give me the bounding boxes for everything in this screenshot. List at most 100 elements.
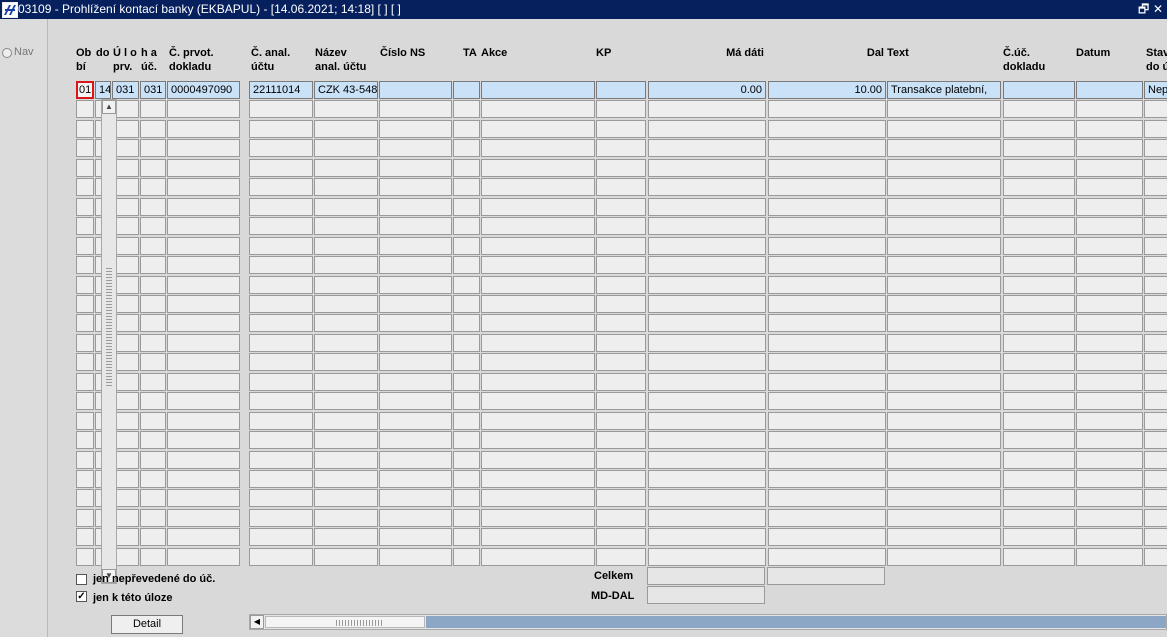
grid-cell-madati[interactable] — [648, 489, 766, 507]
grid-cell-madati[interactable] — [648, 139, 766, 157]
grid-cell-text[interactable] — [887, 159, 1001, 177]
grid-cell-cprvot[interactable] — [167, 139, 240, 157]
grid-cell-hauc[interactable] — [140, 276, 166, 294]
grid-cell-canal[interactable] — [249, 373, 313, 391]
grid-cell-cprvot[interactable] — [167, 178, 240, 196]
grid-cell-canal[interactable] — [249, 392, 313, 410]
grid-cell-stav[interactable] — [1144, 489, 1167, 507]
grid-cell-datum[interactable] — [1076, 431, 1143, 449]
grid-cell-datum[interactable] — [1076, 295, 1143, 313]
grid-cell-datum[interactable] — [1076, 256, 1143, 274]
grid-cell-nazev[interactable] — [314, 373, 378, 391]
grid-cell-madati[interactable] — [648, 100, 766, 118]
grid-cell-datum[interactable] — [1076, 528, 1143, 546]
grid-cell-cucdok[interactable] — [1003, 353, 1075, 371]
grid-cell-nazev[interactable] — [314, 334, 378, 352]
grid-cell-hauc[interactable] — [140, 237, 166, 255]
detail-button[interactable]: Detail — [111, 615, 183, 634]
grid-cell-ta[interactable] — [453, 81, 480, 99]
grid-cell-kp[interactable] — [596, 159, 646, 177]
grid-cell-madati[interactable] — [648, 295, 766, 313]
grid-cell-cislons[interactable] — [379, 120, 452, 138]
grid-cell-obdobi[interactable] — [76, 159, 94, 177]
grid-cell-dal[interactable] — [768, 159, 886, 177]
grid-cell-text[interactable] — [887, 548, 1001, 566]
grid-cell-dal[interactable] — [768, 276, 886, 294]
grid-cell-cucdok[interactable] — [1003, 120, 1075, 138]
grid-cell-cucdok[interactable] — [1003, 81, 1075, 99]
grid-cell-ta[interactable] — [453, 100, 480, 118]
grid-cell-stav[interactable] — [1144, 295, 1167, 313]
grid-cell-hauc[interactable] — [140, 256, 166, 274]
grid-cell-cprvot[interactable] — [167, 100, 240, 118]
grid-cell-nazev[interactable] — [314, 489, 378, 507]
grid-cell-hauc[interactable] — [140, 528, 166, 546]
grid-cell-dal[interactable] — [768, 412, 886, 430]
grid-cell-obdobi[interactable] — [76, 237, 94, 255]
grid-cell-cucdok[interactable] — [1003, 314, 1075, 332]
grid-cell-akce[interactable] — [481, 451, 595, 469]
grid-cell-datum[interactable] — [1076, 159, 1143, 177]
grid-cell-obdobi[interactable] — [76, 489, 94, 507]
grid-cell-cislons[interactable] — [379, 217, 452, 235]
grid-cell-ta[interactable] — [453, 295, 480, 313]
grid-cell-canal[interactable] — [249, 256, 313, 274]
grid-cell-canal[interactable] — [249, 528, 313, 546]
grid-cell-cucdok[interactable] — [1003, 159, 1075, 177]
grid-cell-dal[interactable] — [768, 489, 886, 507]
grid-cell-kp[interactable] — [596, 139, 646, 157]
grid-cell-stav[interactable] — [1144, 217, 1167, 235]
grid-cell-cucdok[interactable] — [1003, 548, 1075, 566]
grid-cell-stav[interactable] — [1144, 431, 1167, 449]
grid-cell-datum[interactable] — [1076, 314, 1143, 332]
grid-cell-datum[interactable] — [1076, 470, 1143, 488]
grid-cell-madati[interactable] — [648, 353, 766, 371]
grid-cell-akce[interactable] — [481, 100, 595, 118]
grid-cell-nazev[interactable] — [314, 178, 378, 196]
grid-cell-text[interactable] — [887, 373, 1001, 391]
grid-cell-hauc[interactable] — [140, 509, 166, 527]
grid-cell-cprvot[interactable] — [167, 451, 240, 469]
scroll-thumb[interactable] — [265, 616, 425, 628]
grid-cell-kp[interactable] — [596, 548, 646, 566]
grid-cell-cprvot[interactable] — [167, 334, 240, 352]
scroll-grip[interactable] — [106, 268, 112, 388]
grid-cell-cislons[interactable] — [379, 392, 452, 410]
grid-cell-obdobi[interactable] — [76, 314, 94, 332]
grid-cell-stav[interactable] — [1144, 100, 1167, 118]
grid-cell-hauc[interactable] — [140, 198, 166, 216]
grid-cell-text[interactable] — [887, 217, 1001, 235]
grid-cell-datum[interactable] — [1076, 237, 1143, 255]
grid-cell-akce[interactable] — [481, 295, 595, 313]
grid-cell-nazev[interactable] — [314, 353, 378, 371]
grid-cell-cprvot[interactable] — [167, 353, 240, 371]
grid-cell-text[interactable] — [887, 451, 1001, 469]
grid-cell-kp[interactable] — [596, 100, 646, 118]
grid-cell-hauc[interactable] — [140, 100, 166, 118]
grid-cell-madati[interactable] — [648, 237, 766, 255]
grid-cell-ta[interactable] — [453, 276, 480, 294]
grid-cell-datum[interactable] — [1076, 217, 1143, 235]
grid-cell-cislons[interactable] — [379, 81, 452, 99]
grid-cell-canal[interactable] — [249, 548, 313, 566]
grid-cell-nazev[interactable] — [314, 392, 378, 410]
grid-cell-hauc[interactable] — [140, 139, 166, 157]
grid-cell-akce[interactable] — [481, 178, 595, 196]
grid-cell-kp[interactable] — [596, 470, 646, 488]
grid-cell-cucdok[interactable] — [1003, 470, 1075, 488]
grid-cell-datum[interactable] — [1076, 392, 1143, 410]
grid-cell-canal[interactable] — [249, 237, 313, 255]
grid-cell-datum[interactable] — [1076, 100, 1143, 118]
grid-cell-text[interactable] — [887, 392, 1001, 410]
grid-cell-hauc[interactable] — [140, 431, 166, 449]
grid-cell-obdobi[interactable] — [76, 431, 94, 449]
grid-cell-cprvot[interactable] — [167, 120, 240, 138]
grid-cell-cucdok[interactable] — [1003, 528, 1075, 546]
grid-cell-kp[interactable] — [596, 353, 646, 371]
grid-cell-dal[interactable] — [768, 217, 886, 235]
grid-cell-obdobi[interactable] — [76, 528, 94, 546]
grid-cell-madati[interactable] — [648, 509, 766, 527]
grid-cell-kp[interactable] — [596, 451, 646, 469]
grid-cell-akce[interactable] — [481, 276, 595, 294]
only-this-task-checkbox[interactable]: ✓ — [76, 591, 87, 602]
